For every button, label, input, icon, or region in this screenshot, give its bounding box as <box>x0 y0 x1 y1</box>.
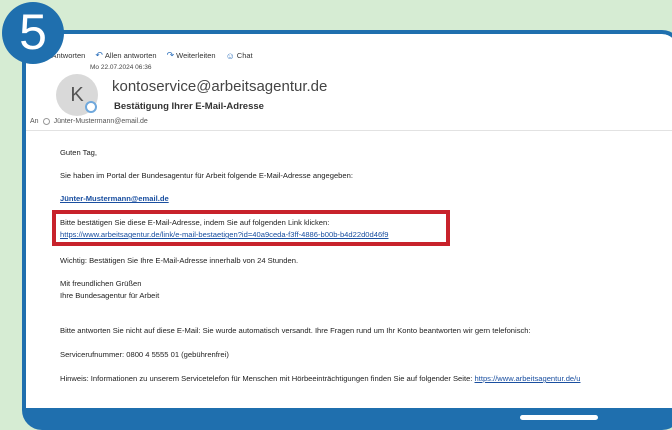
closing-line-2: Ihre Bundesagentur für Arbeit <box>60 291 160 300</box>
chat-label: Chat <box>236 51 253 60</box>
taskbar-handle <box>520 415 598 420</box>
forward-label: Weiterleiten <box>176 51 216 60</box>
important-note: Wichtig: Bestätigen Sie Ihre E-Mail-Adre… <box>60 256 299 265</box>
recipient-status-icon <box>42 118 50 125</box>
recipient-address[interactable]: Jünter-Mustermann@email.de <box>54 118 148 125</box>
forward-icon: ↷ <box>166 50 175 60</box>
sender-address[interactable]: kontoservice@arbeitsagentur.de <box>112 78 327 95</box>
greeting: Guten Tag, <box>60 148 98 157</box>
forward-button[interactable]: ↷ Weiterleiten <box>167 50 216 61</box>
reply-all-button[interactable]: ↶ Allen antworten <box>95 50 156 61</box>
chat-icon: ☺ <box>225 50 235 61</box>
reply-all-icon: ↶ <box>95 50 103 60</box>
link-highlight-box <box>52 210 450 246</box>
step-number-badge: 5 <box>2 2 64 64</box>
hint-line: Hinweis: Informationen zu unserem Servic… <box>60 374 580 383</box>
hint-link[interactable]: https://www.arbeitsagentur.de/u <box>475 374 581 383</box>
email-toolbar: ↶ Antworten ↶ Allen antworten ↷ Weiterle… <box>42 50 253 61</box>
screenshot-frame: ↶ Antworten ↶ Allen antworten ↷ Weiterle… <box>22 30 672 430</box>
to-label: An <box>30 118 39 125</box>
reply-all-label: Allen antworten <box>104 51 157 60</box>
no-reply-note: Bitte antworten Sie nicht auf diese E-Ma… <box>60 326 531 335</box>
presence-icon <box>85 101 97 113</box>
entered-email-link[interactable]: Jünter-Mustermann@email.de <box>60 194 169 203</box>
closing-line-1: Mit freundlichen Grüßen <box>60 279 142 288</box>
recipient-row: An Jünter-Mustermann@email.de <box>30 118 148 125</box>
service-number: Servicerufnummer: 0800 4 5555 01 (gebühr… <box>60 350 229 359</box>
chat-button[interactable]: ☺ Chat <box>226 50 253 61</box>
header-divider <box>26 130 672 131</box>
email-window: ↶ Antworten ↶ Allen antworten ↷ Weiterle… <box>26 34 672 408</box>
email-subject: Bestätigung Ihrer E-Mail-Adresse <box>114 101 264 112</box>
email-date: Mo 22.07.2024 06:36 <box>90 64 152 71</box>
hint-text: Hinweis: Informationen zu unserem Servic… <box>60 374 475 383</box>
step-number: 5 <box>19 4 47 60</box>
intro-line: Sie haben im Portal der Bundesagentur fü… <box>60 171 353 180</box>
